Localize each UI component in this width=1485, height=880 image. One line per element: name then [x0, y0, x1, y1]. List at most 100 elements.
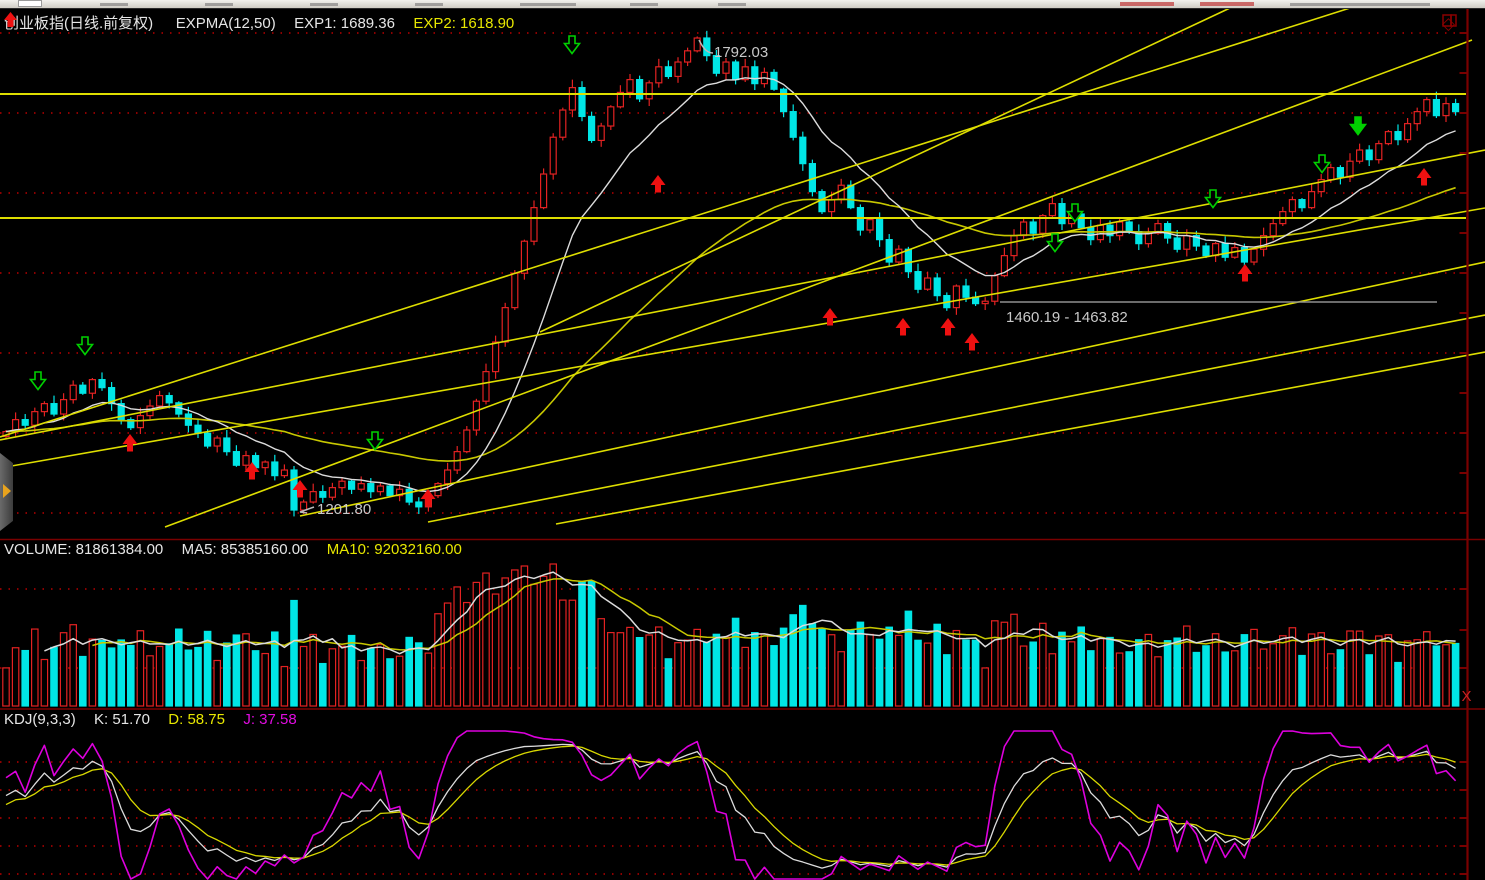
candle-body — [301, 502, 307, 510]
candle-body — [781, 89, 787, 111]
volume-bar — [1241, 635, 1247, 706]
volume-bar — [1347, 631, 1353, 706]
candle-body — [493, 342, 499, 372]
candle-body — [963, 286, 969, 297]
volume-bar — [1126, 652, 1132, 706]
volume-bar — [1289, 628, 1295, 706]
candle-body — [531, 208, 537, 242]
candle-body — [541, 174, 547, 208]
volume-bar — [1184, 626, 1190, 706]
candle-body — [579, 88, 585, 117]
volume-bar — [3, 668, 9, 706]
buy-signal-arrow — [1238, 264, 1253, 282]
candle-body — [867, 220, 873, 230]
annotation-gap-range: 1460.19 - 1463.82 — [1006, 309, 1128, 326]
volume-bar — [1155, 657, 1161, 706]
candle-body — [502, 308, 508, 342]
candle-body — [790, 112, 796, 138]
volume-bar — [1395, 663, 1401, 707]
volume-bar — [886, 627, 892, 706]
volume-bar — [809, 624, 815, 706]
volume-bar — [310, 634, 316, 706]
candle-body — [320, 492, 326, 498]
menu-bar[interactable] — [0, 0, 1485, 9]
volume-bar — [1299, 656, 1305, 707]
candle-body — [1299, 200, 1305, 208]
candle-body — [1414, 112, 1420, 124]
volume-bar — [281, 667, 287, 706]
volume-bar — [627, 627, 633, 706]
volume-bar — [99, 641, 105, 707]
volume-bar — [1318, 633, 1324, 706]
candle-body — [1165, 224, 1171, 238]
sell-signal-arrow — [1351, 117, 1366, 135]
side-panel-handle[interactable] — [0, 453, 13, 531]
volume-bar — [339, 646, 345, 706]
menu-highlight[interactable] — [1200, 2, 1254, 6]
volume-bar — [166, 644, 172, 706]
kdj-label[interactable]: KDJ(9,3,3) — [4, 711, 76, 728]
volume-bar — [588, 582, 594, 707]
candle-body — [1347, 161, 1353, 177]
buy-signal-arrow — [965, 333, 980, 351]
chart-canvas[interactable]: X — [0, 0, 1485, 880]
candle-body — [915, 272, 921, 290]
candle-body — [22, 420, 28, 426]
volume-bar — [233, 635, 239, 706]
kdj-k-value: K: 51.70 — [94, 711, 150, 728]
volume-bar — [185, 650, 191, 706]
candle-body — [349, 481, 355, 489]
candle-body — [848, 185, 854, 207]
toolbar-icon[interactable] — [18, 0, 42, 7]
volume-bar — [262, 654, 268, 706]
volume-bar — [502, 578, 508, 706]
volume-bar — [368, 649, 374, 707]
volume-bar — [1116, 653, 1122, 706]
volume-bar — [320, 664, 326, 706]
volume-bar — [108, 648, 114, 706]
volume-bar — [1145, 634, 1151, 706]
volume-bar — [963, 640, 969, 706]
volume-bar — [1366, 655, 1372, 706]
candle-body — [1395, 132, 1401, 140]
kdj-pane-header: KDJ(9,3,3) K: 51.70 D: 58.75 J: 37.58 — [4, 711, 297, 728]
candle-body — [1030, 222, 1036, 233]
candle-body — [1376, 144, 1382, 160]
volume-bar — [41, 660, 47, 707]
volume-bar — [387, 659, 393, 706]
candle-body — [205, 433, 211, 446]
candle-body — [1126, 222, 1132, 232]
volume-bar — [780, 628, 786, 706]
candle-body — [665, 67, 671, 77]
candle-body — [1251, 249, 1257, 262]
volume-bar — [1174, 638, 1180, 706]
volume-bar — [550, 564, 556, 706]
candle-body — [1011, 236, 1017, 256]
candle-body — [358, 484, 364, 490]
candle-body — [80, 385, 86, 393]
candle-body — [829, 200, 835, 212]
volume-bar — [982, 668, 988, 706]
candle-body — [70, 385, 76, 399]
candle-body — [1443, 104, 1449, 116]
volume-bar — [1088, 651, 1094, 706]
annotation-peak-price: 1792.03 — [714, 44, 768, 61]
candle-body — [1405, 124, 1411, 140]
exp2-value: EXP2: 1618.90 — [413, 15, 514, 32]
candle-body — [560, 110, 566, 137]
volume-bar — [800, 605, 806, 706]
volume-bar — [291, 601, 297, 707]
volume-bar — [1443, 645, 1449, 706]
volume-bar — [483, 573, 489, 706]
indicator-name[interactable]: EXPMA(12,50) — [176, 15, 276, 32]
candle-body — [646, 83, 652, 99]
candle-body — [1289, 200, 1295, 212]
sell-signal-arrow — [31, 372, 46, 390]
candle-body — [589, 116, 595, 140]
menu-highlight[interactable] — [1120, 2, 1174, 6]
volume-bar — [953, 631, 959, 706]
volume-bar — [838, 652, 844, 706]
candle-body — [992, 276, 998, 302]
sell-signal-arrow — [78, 337, 93, 355]
volume-bar — [89, 639, 95, 706]
